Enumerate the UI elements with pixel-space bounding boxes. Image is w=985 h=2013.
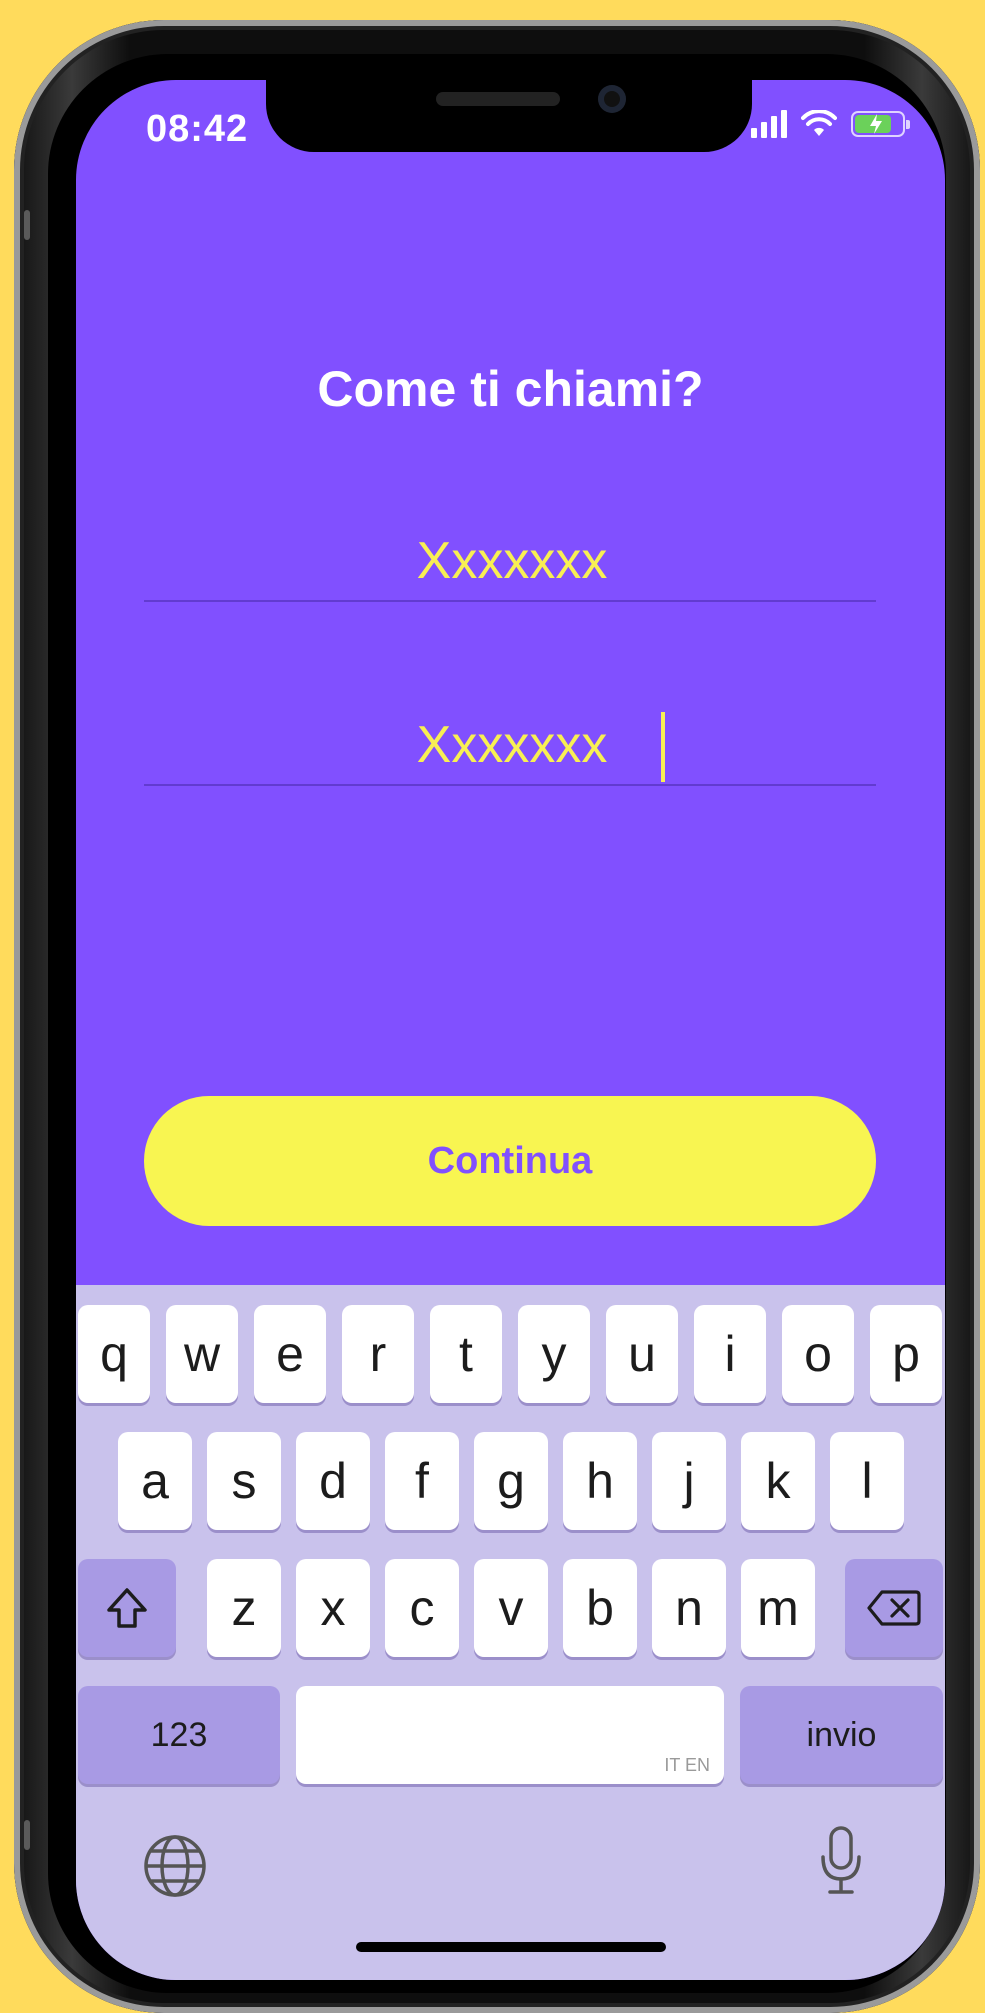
key[interactable]: r [342, 1305, 414, 1403]
key[interactable]: q [78, 1305, 150, 1403]
key[interactable]: y [518, 1305, 590, 1403]
first-name-input[interactable] [144, 520, 880, 602]
speaker [436, 92, 560, 106]
key[interactable]: i [694, 1305, 766, 1403]
battery-icon [851, 111, 910, 137]
backspace-key[interactable] [845, 1559, 943, 1657]
camera [598, 85, 626, 113]
key[interactable]: l [830, 1432, 904, 1530]
key[interactable]: t [430, 1305, 502, 1403]
key[interactable]: c [385, 1559, 459, 1657]
key[interactable]: a [118, 1432, 192, 1530]
key[interactable]: n [652, 1559, 726, 1657]
key[interactable]: e [254, 1305, 326, 1403]
key[interactable]: w [166, 1305, 238, 1403]
key[interactable]: z [207, 1559, 281, 1657]
key[interactable]: u [606, 1305, 678, 1403]
signal-icon [751, 110, 787, 138]
space-language-label: IT EN [664, 1755, 710, 1775]
first-name-field[interactable] [144, 520, 880, 602]
continue-button[interactable]: Continua [144, 1096, 876, 1226]
status-time: 08:42 [146, 108, 249, 150]
text-cursor [661, 712, 665, 782]
key[interactable]: o [782, 1305, 854, 1403]
key[interactable]: j [652, 1432, 726, 1530]
globe-button[interactable] [142, 1833, 208, 1903]
key[interactable]: k [741, 1432, 815, 1530]
phone-screen: 08:42 Come ti chiami? Continua q w e r [76, 80, 945, 1980]
return-key[interactable]: invio [740, 1686, 943, 1784]
wifi-icon [801, 110, 837, 136]
key[interactable]: s [207, 1432, 281, 1530]
key[interactable]: d [296, 1432, 370, 1530]
key[interactable]: h [563, 1432, 637, 1530]
key[interactable]: g [474, 1432, 548, 1530]
microphone-icon [821, 1826, 861, 1894]
status-icons [751, 110, 910, 138]
last-name-input[interactable] [144, 704, 880, 786]
space-key[interactable]: IT EN [296, 1686, 724, 1784]
key[interactable]: m [741, 1559, 815, 1657]
backspace-icon [867, 1590, 921, 1626]
notch [266, 80, 752, 152]
key[interactable]: v [474, 1559, 548, 1657]
globe-icon [144, 1835, 206, 1897]
key[interactable]: x [296, 1559, 370, 1657]
microphone-button[interactable] [818, 1825, 864, 1901]
key[interactable]: p [870, 1305, 942, 1403]
keyboard: q w e r t y u i o p a s d f g h j k l z … [76, 1285, 945, 1980]
shift-key[interactable] [78, 1559, 176, 1657]
home-indicator[interactable] [356, 1942, 666, 1952]
page-title: Come ti chiami? [317, 361, 704, 417]
side-button [24, 210, 30, 240]
key[interactable]: b [563, 1559, 637, 1657]
last-name-field[interactable] [144, 704, 880, 786]
numbers-key[interactable]: 123 [78, 1686, 280, 1784]
key[interactable]: f [385, 1432, 459, 1530]
side-button [24, 1820, 30, 1850]
shift-icon [107, 1588, 147, 1628]
